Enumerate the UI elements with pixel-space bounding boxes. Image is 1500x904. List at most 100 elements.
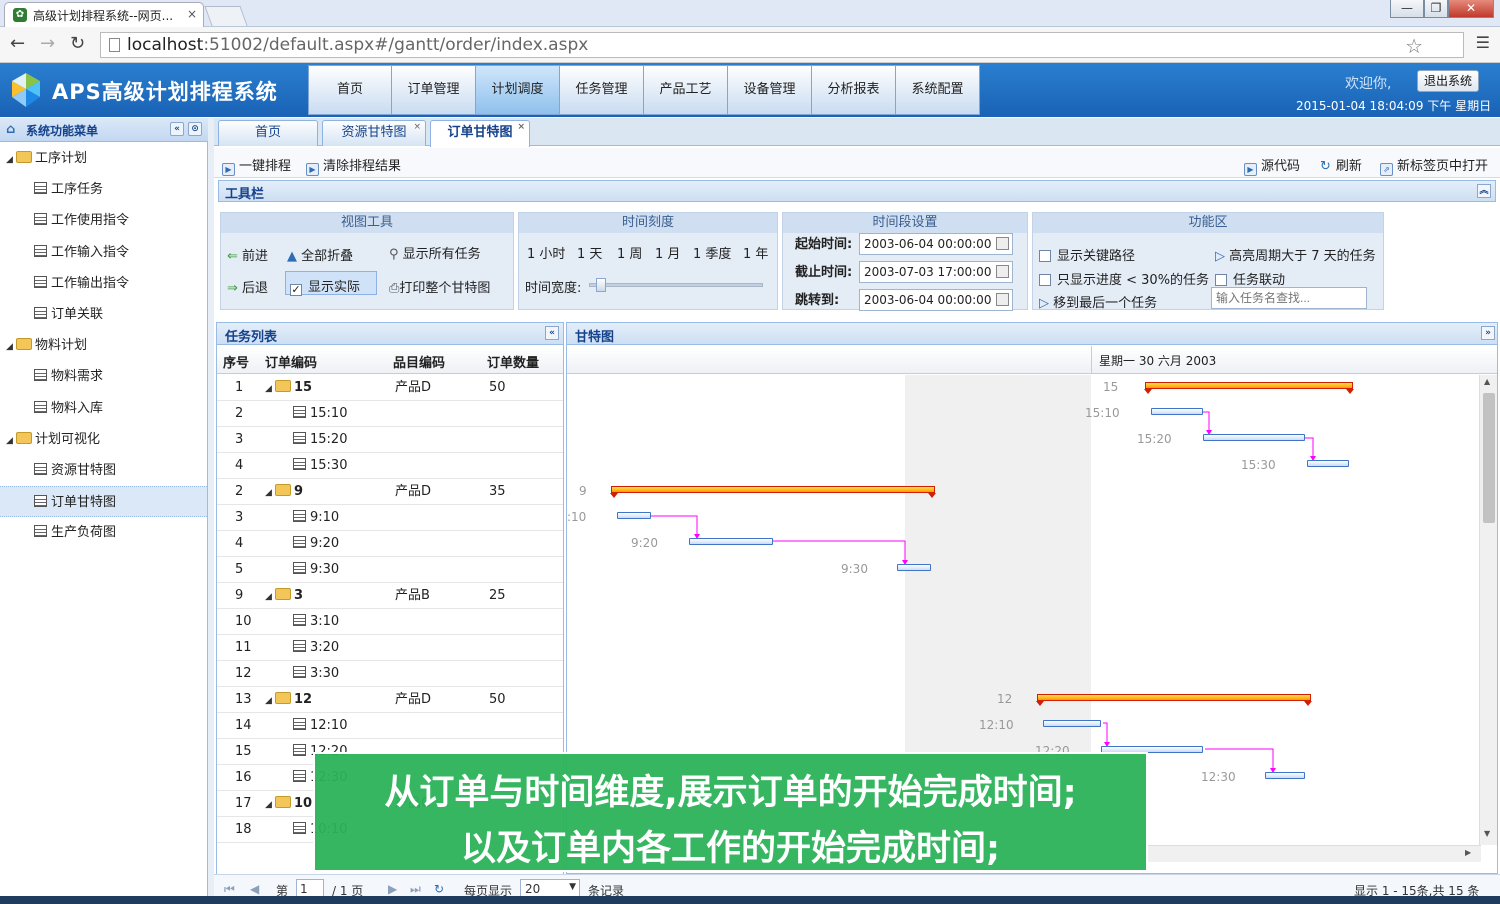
nav-process[interactable]: 产品工艺 [644, 65, 728, 115]
collapse-task-list-icon[interactable]: « [545, 326, 559, 340]
show-all-tasks-button[interactable]: ⚲ 显示所有任务 [389, 243, 481, 262]
browser-menu-icon[interactable]: ☰ [1476, 33, 1490, 52]
sidebar-item[interactable]: 物料需求 [0, 361, 207, 392]
time-width-slider[interactable] [589, 278, 763, 292]
expand-triangle-icon[interactable]: ◢ [265, 377, 275, 402]
tab-order-gantt[interactable]: 订单甘特图 × [430, 120, 530, 147]
end-time-input[interactable]: 2003-07-03 17:00:00 [859, 261, 1013, 283]
sidebar-item[interactable]: ◢ 工序计划 [0, 143, 207, 174]
expand-triangle-icon[interactable]: ◢ [6, 332, 16, 363]
task-search-input[interactable] [1211, 287, 1367, 309]
table-row[interactable]: 1 ◢ 15 产品D 50 [217, 375, 563, 401]
back-arrow-icon[interactable]: ← [10, 33, 25, 54]
new-tab-button[interactable] [204, 6, 248, 26]
first-page-icon[interactable]: ⏮ [224, 882, 235, 897]
sidebar-settings-icon[interactable]: ⊙ [188, 122, 202, 136]
expand-gantt-icon[interactable]: » [1481, 326, 1495, 340]
task-link-checkbox[interactable]: 任务联动 [1215, 269, 1285, 288]
col-no[interactable]: 序号 [223, 352, 249, 371]
scale-year[interactable]: 1 年 [743, 243, 768, 262]
reload-page-icon[interactable]: ↻ [434, 882, 444, 896]
sidebar-item[interactable]: 工作输入指令 [0, 237, 207, 268]
prev-page-icon[interactable]: ◀ [250, 882, 259, 896]
browser-tab[interactable]: ✿ 高级计划排程系统--网页... × [4, 2, 204, 27]
sidebar-item[interactable]: ◢ 物料计划 [0, 330, 207, 361]
nav-reports[interactable]: 分析报表 [812, 65, 896, 115]
start-time-input[interactable]: 2003-06-04 00:00:00 [859, 233, 1013, 255]
sidebar-item[interactable]: 工作输出指令 [0, 268, 207, 299]
sidebar-item[interactable]: 订单甘特图 [0, 486, 207, 518]
table-row[interactable]: 3 9:10 [217, 505, 563, 531]
table-row[interactable]: 5 9:30 [217, 557, 563, 583]
sidebar-item[interactable]: ◢ 计划可视化 [0, 424, 207, 455]
table-row[interactable]: 14 12:10 [217, 713, 563, 739]
refresh-button[interactable]: ↻ 刷新 [1320, 155, 1362, 174]
scale-week[interactable]: 1 周 [617, 243, 642, 262]
task-bar[interactable] [1043, 720, 1101, 727]
critical-path-checkbox[interactable]: 显示关键路径 [1039, 245, 1135, 264]
expand-triangle-icon[interactable]: ◢ [6, 426, 16, 457]
sidebar-item[interactable]: 工作使用指令 [0, 205, 207, 236]
sidebar-item[interactable]: 订单关联 [0, 299, 207, 330]
order-summary-bar[interactable] [1144, 382, 1354, 394]
collapse-toolbar-icon[interactable]: ︽ [1477, 184, 1491, 198]
sidebar-item[interactable]: 生产负荷图 [0, 517, 207, 548]
scale-month[interactable]: 1 月 [655, 243, 680, 262]
task-bar[interactable] [1307, 460, 1349, 467]
table-row[interactable]: 9 ◢ 3 产品B 25 [217, 583, 563, 609]
table-row[interactable]: 4 15:30 [217, 453, 563, 479]
show-actual-toggle[interactable]: ✓ 显示实际 [285, 271, 377, 296]
order-summary-bar[interactable] [1036, 694, 1312, 706]
task-bar[interactable] [1265, 772, 1305, 779]
calendar-icon[interactable] [996, 237, 1009, 250]
order-summary-bar[interactable] [610, 486, 936, 498]
table-row[interactable]: 10 3:10 [217, 609, 563, 635]
expand-triangle-icon[interactable]: ◢ [265, 585, 275, 610]
close-window-button[interactable]: ✕ [1448, 0, 1494, 18]
task-bar[interactable] [1151, 408, 1203, 415]
expand-triangle-icon[interactable]: ◢ [265, 481, 275, 506]
highlight-long-tasks-button[interactable]: ▷ 高亮周期大于 7 天的任务 [1215, 245, 1376, 264]
url-field[interactable]: localhost:51002/default.aspx#/gantt/orde… [100, 32, 1464, 58]
table-row[interactable]: 4 9:20 [217, 531, 563, 557]
next-page-icon[interactable]: ▶ [388, 882, 397, 896]
scale-day[interactable]: 1 天 [577, 243, 602, 262]
close-tab-icon[interactable]: × [413, 115, 421, 139]
close-tab-icon[interactable]: × [517, 115, 525, 139]
table-row[interactable]: 12 3:30 [217, 661, 563, 687]
collapse-sidebar-icon[interactable]: « [170, 122, 184, 136]
scroll-down-icon[interactable]: ▼ [1484, 829, 1490, 838]
col-order-qty[interactable]: 订单数量 [487, 352, 539, 371]
goto-time-input[interactable]: 2003-06-04 00:00:00 [859, 289, 1013, 311]
col-product-code[interactable]: 品目编码 [393, 352, 445, 371]
close-tab-icon[interactable]: × [187, 7, 197, 21]
task-bar[interactable] [689, 538, 773, 545]
maximize-window-button[interactable]: ❐ [1424, 0, 1448, 18]
task-bar[interactable] [617, 512, 651, 519]
bookmark-star-icon[interactable]: ☆ [1405, 34, 1423, 58]
table-row[interactable]: 2 15:10 [217, 401, 563, 427]
nav-equipment[interactable]: 设备管理 [728, 65, 812, 115]
calendar-icon[interactable] [996, 265, 1009, 278]
forward-button[interactable]: ⇐ 前进 [227, 245, 268, 264]
source-code-button[interactable]: ▶ 源代码 [1244, 155, 1300, 176]
sidebar-item[interactable]: 资源甘特图 [0, 455, 207, 486]
nav-orders[interactable]: 订单管理 [392, 65, 476, 115]
table-row[interactable]: 13 ◢ 12 产品D 50 [217, 687, 563, 713]
col-order-code[interactable]: 订单编码 [265, 352, 317, 371]
slider-thumb[interactable] [596, 278, 606, 292]
nav-tasks[interactable]: 任务管理 [560, 65, 644, 115]
table-row[interactable]: 11 3:20 [217, 635, 563, 661]
tab-home[interactable]: 首页 [218, 120, 318, 146]
scale-quarter[interactable]: 1 季度 [693, 243, 731, 262]
gantt-vertical-scrollbar[interactable]: ▲ ▼ [1479, 375, 1497, 845]
sidebar-item[interactable]: 工序任务 [0, 174, 207, 205]
expand-triangle-icon[interactable]: ◢ [265, 793, 275, 818]
last-page-icon[interactable]: ⏭ [410, 882, 421, 897]
nav-config[interactable]: 系统配置 [896, 65, 980, 115]
progress-filter-checkbox[interactable]: 只显示进度 < 30%的任务 [1039, 269, 1209, 288]
task-bar[interactable] [897, 564, 931, 571]
sidebar-item[interactable]: 物料入库 [0, 393, 207, 424]
table-row[interactable]: 2 ◢ 9 产品D 35 [217, 479, 563, 505]
minimize-window-button[interactable]: — [1390, 0, 1424, 18]
